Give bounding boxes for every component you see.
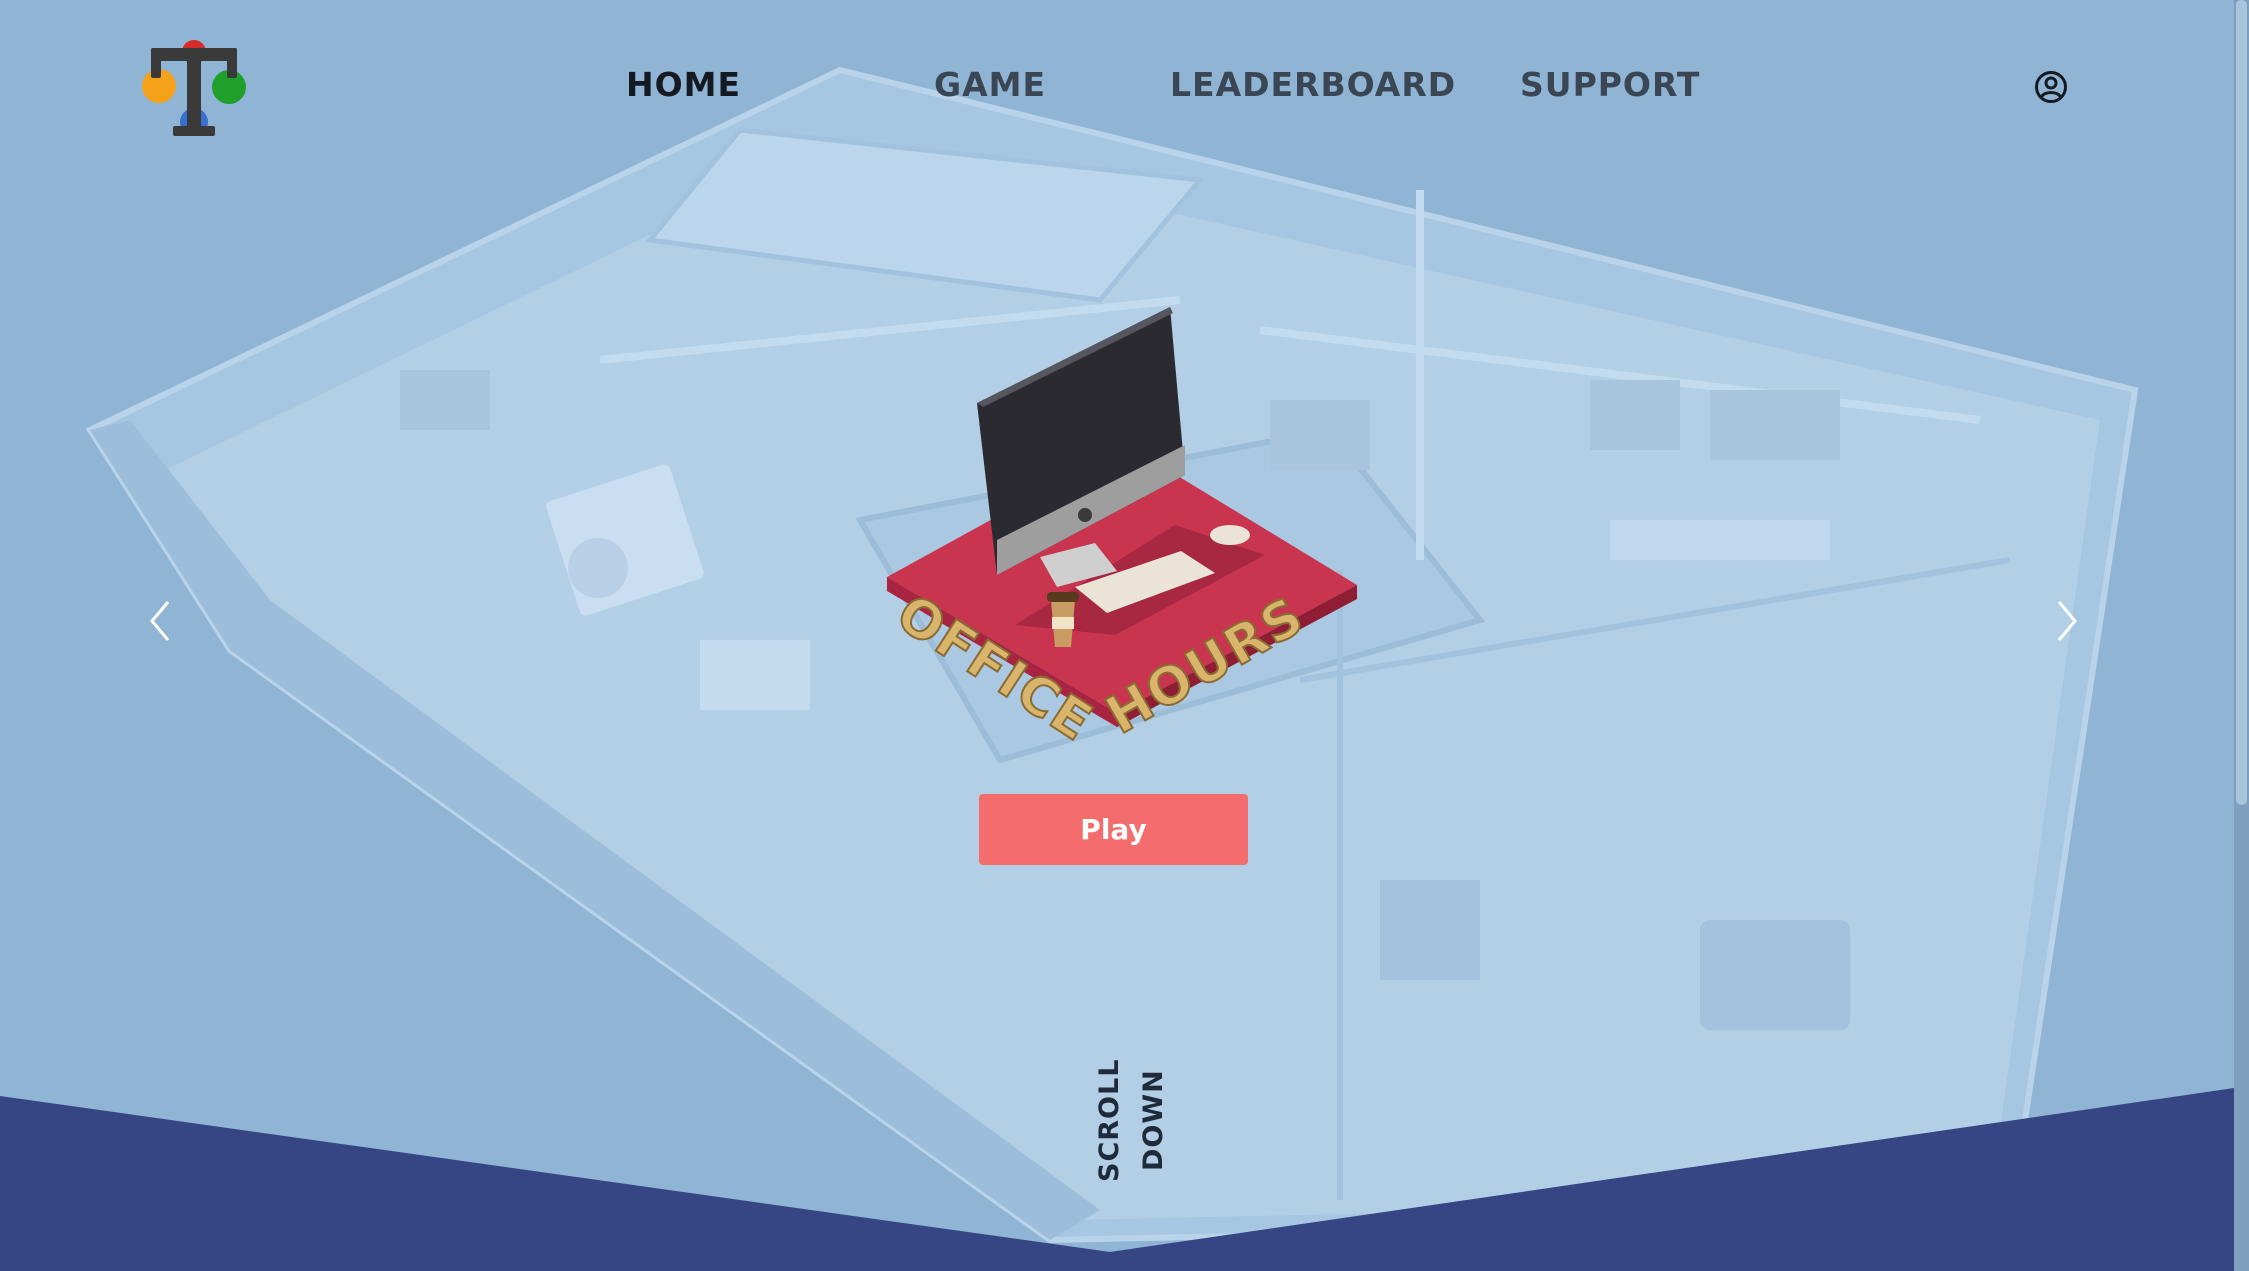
- page: HOME GAME LEADERBOARD SUPPORT OFFICE HOU…: [0, 0, 2249, 1271]
- scroll-down-label[interactable]: SCROLL DOWN: [1088, 1018, 1169, 1222]
- scrollbar-thumb[interactable]: [2236, 0, 2247, 805]
- chevron-left-icon[interactable]: [146, 598, 176, 644]
- chevron-right-icon[interactable]: [2051, 598, 2081, 644]
- play-button[interactable]: Play: [979, 794, 1248, 865]
- nav-game[interactable]: GAME: [910, 60, 1070, 110]
- main-nav: HOME GAME LEADERBOARD SUPPORT: [0, 60, 2249, 110]
- office-hours-game-logo: OFFICE HOURS: [885, 307, 1357, 755]
- nav-support[interactable]: SUPPORT: [1520, 60, 1699, 110]
- nav-home[interactable]: HOME: [600, 60, 767, 110]
- nav-leaderboard[interactable]: LEADERBOARD: [1170, 60, 1455, 110]
- user-circle-icon[interactable]: [2034, 70, 2068, 104]
